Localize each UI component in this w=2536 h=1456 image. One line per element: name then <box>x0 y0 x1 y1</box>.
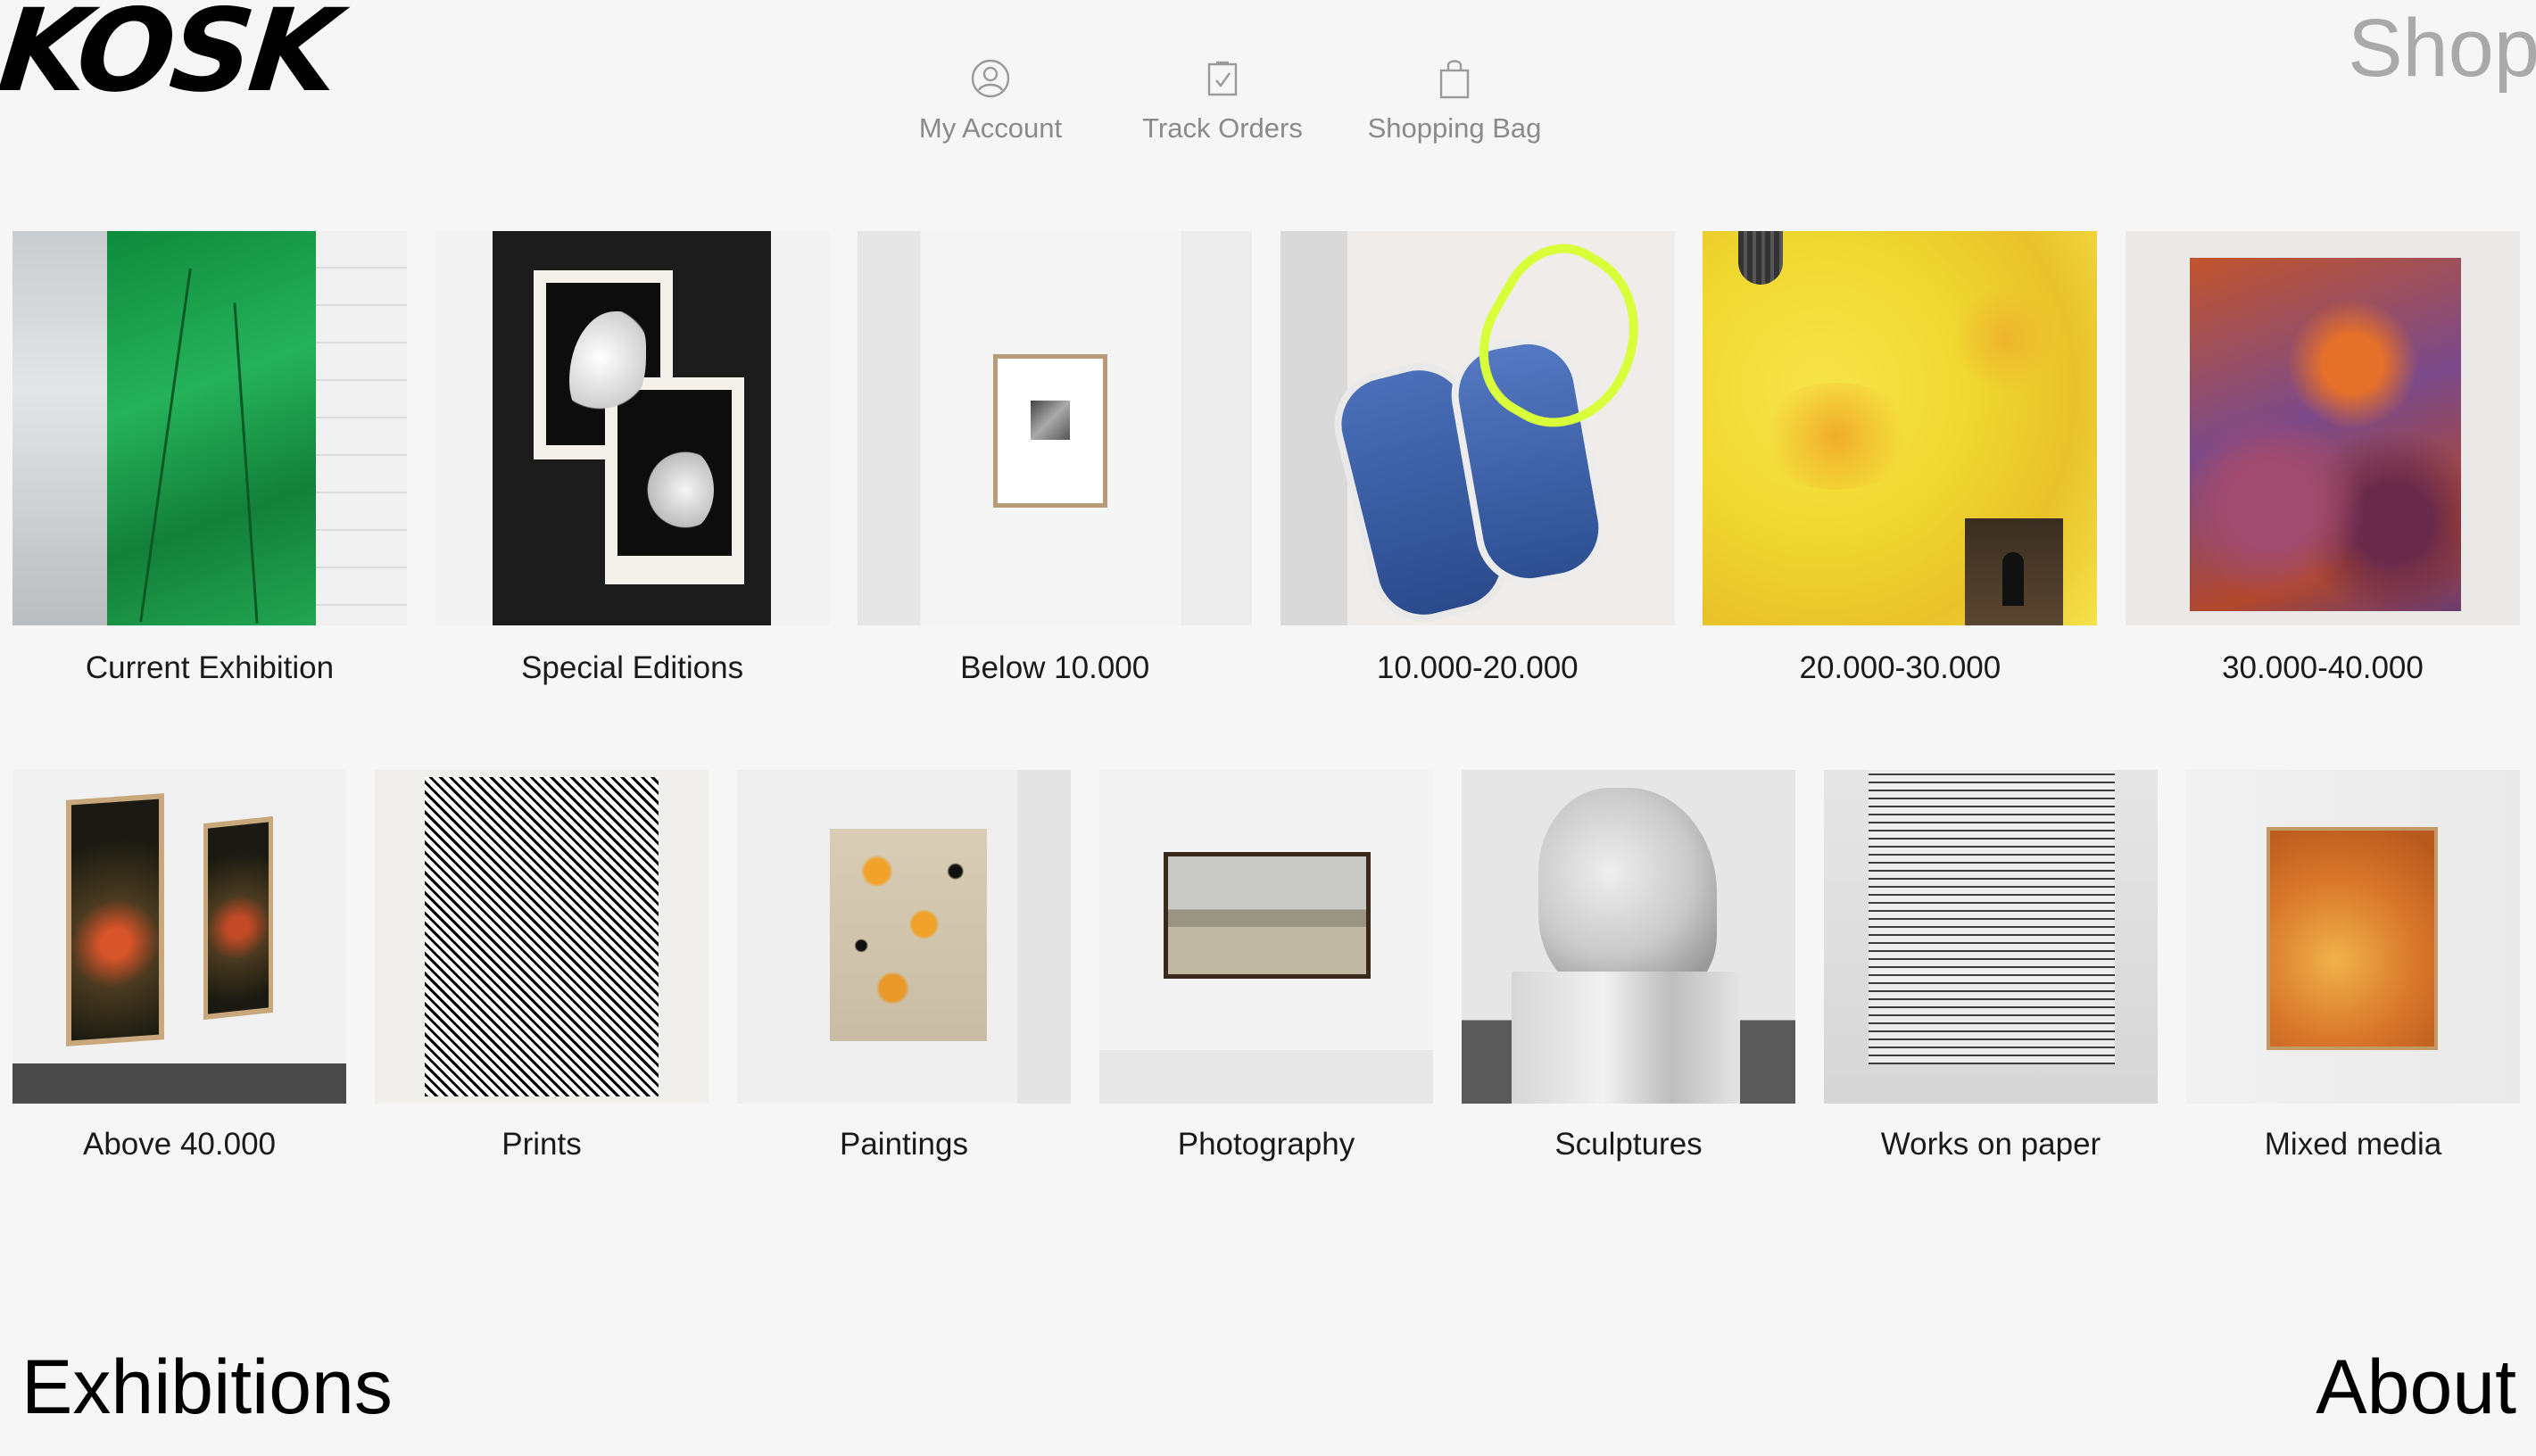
track-orders-link[interactable]: Track Orders <box>1133 55 1312 145</box>
track-orders-label: Track Orders <box>1142 112 1303 144</box>
category-thumbnail <box>1462 770 1795 1104</box>
category-card-works-on-paper[interactable]: Works on paper <box>1824 770 2158 1162</box>
category-grid-row-1: Current Exhibition Special Editions Belo… <box>12 231 2520 686</box>
category-card-sculptures[interactable]: Sculptures <box>1462 770 1795 1162</box>
category-thumbnail <box>1099 770 1433 1104</box>
my-account-link[interactable]: My Account <box>901 55 1080 145</box>
category-label: 30.000-40.000 <box>2222 650 2424 685</box>
category-label: Works on paper <box>1880 1127 2101 1162</box>
category-card-prints[interactable]: Prints <box>375 770 709 1162</box>
category-card-mixed-media[interactable]: Mixed media <box>2186 770 2520 1162</box>
logo-text: KÖSK <box>0 0 343 118</box>
category-thumbnail <box>375 770 709 1104</box>
category-thumbnail <box>1824 770 2158 1104</box>
category-thumbnail <box>12 770 346 1104</box>
category-thumbnail <box>858 231 1253 625</box>
category-card-special-editions[interactable]: Special Editions <box>435 231 830 686</box>
my-account-label: My Account <box>918 112 1063 144</box>
category-card-10000-20000[interactable]: 10.000-20.000 <box>1280 231 1675 686</box>
category-thumbnail <box>2125 231 2520 625</box>
category-thumbnail <box>435 231 830 625</box>
category-thumbnail <box>12 231 407 625</box>
shopping-bag-link[interactable]: Shopping Bag <box>1365 55 1544 145</box>
category-card-30000-40000[interactable]: 30.000-40.000 <box>2125 231 2520 686</box>
category-card-current-exhibition[interactable]: Current Exhibition <box>12 231 407 686</box>
category-label: Above 40.000 <box>82 1127 276 1162</box>
category-thumbnail <box>2186 770 2520 1104</box>
shopping-bag-label: Shopping Bag <box>1367 112 1542 144</box>
category-label: Mixed media <box>2264 1127 2442 1162</box>
page-title: Shop <box>2348 3 2536 94</box>
category-label: Current Exhibition <box>85 650 335 685</box>
track-orders-icon <box>1205 55 1240 102</box>
category-label: Photography <box>1177 1127 1355 1162</box>
category-label: Paintings <box>840 1127 968 1162</box>
category-grid-row-2: Above 40.000 Prints Paintings Photograph… <box>12 770 2520 1162</box>
category-card-20000-30000[interactable]: 20.000-30.000 <box>1703 231 2098 686</box>
category-label: Prints <box>501 1127 582 1162</box>
account-icon <box>970 55 1011 102</box>
category-label: 20.000-30.000 <box>1799 650 2001 685</box>
category-label: 10.000-20.000 <box>1376 650 1579 685</box>
category-card-above-40000[interactable]: Above 40.000 <box>12 770 346 1162</box>
about-link[interactable]: About <box>2316 1349 2516 1426</box>
category-thumbnail <box>1703 231 2098 625</box>
logo[interactable]: KÖSK <box>0 0 342 118</box>
page: KÖSK My Account Track Orders Shopping Ba… <box>0 0 2536 1456</box>
category-thumbnail <box>1280 231 1675 625</box>
category-card-below-10000[interactable]: Below 10.000 <box>858 231 1253 686</box>
top-nav: My Account Track Orders Shopping Bag <box>901 55 1544 145</box>
category-label: Sculptures <box>1554 1127 1703 1162</box>
category-card-paintings[interactable]: Paintings <box>737 770 1071 1162</box>
category-label: Below 10.000 <box>960 650 1150 685</box>
shopping-bag-icon <box>1437 55 1472 102</box>
category-label: Special Editions <box>521 650 744 685</box>
category-thumbnail <box>737 770 1071 1104</box>
exhibitions-link[interactable]: Exhibitions <box>21 1349 393 1426</box>
category-card-photography[interactable]: Photography <box>1099 770 1433 1162</box>
